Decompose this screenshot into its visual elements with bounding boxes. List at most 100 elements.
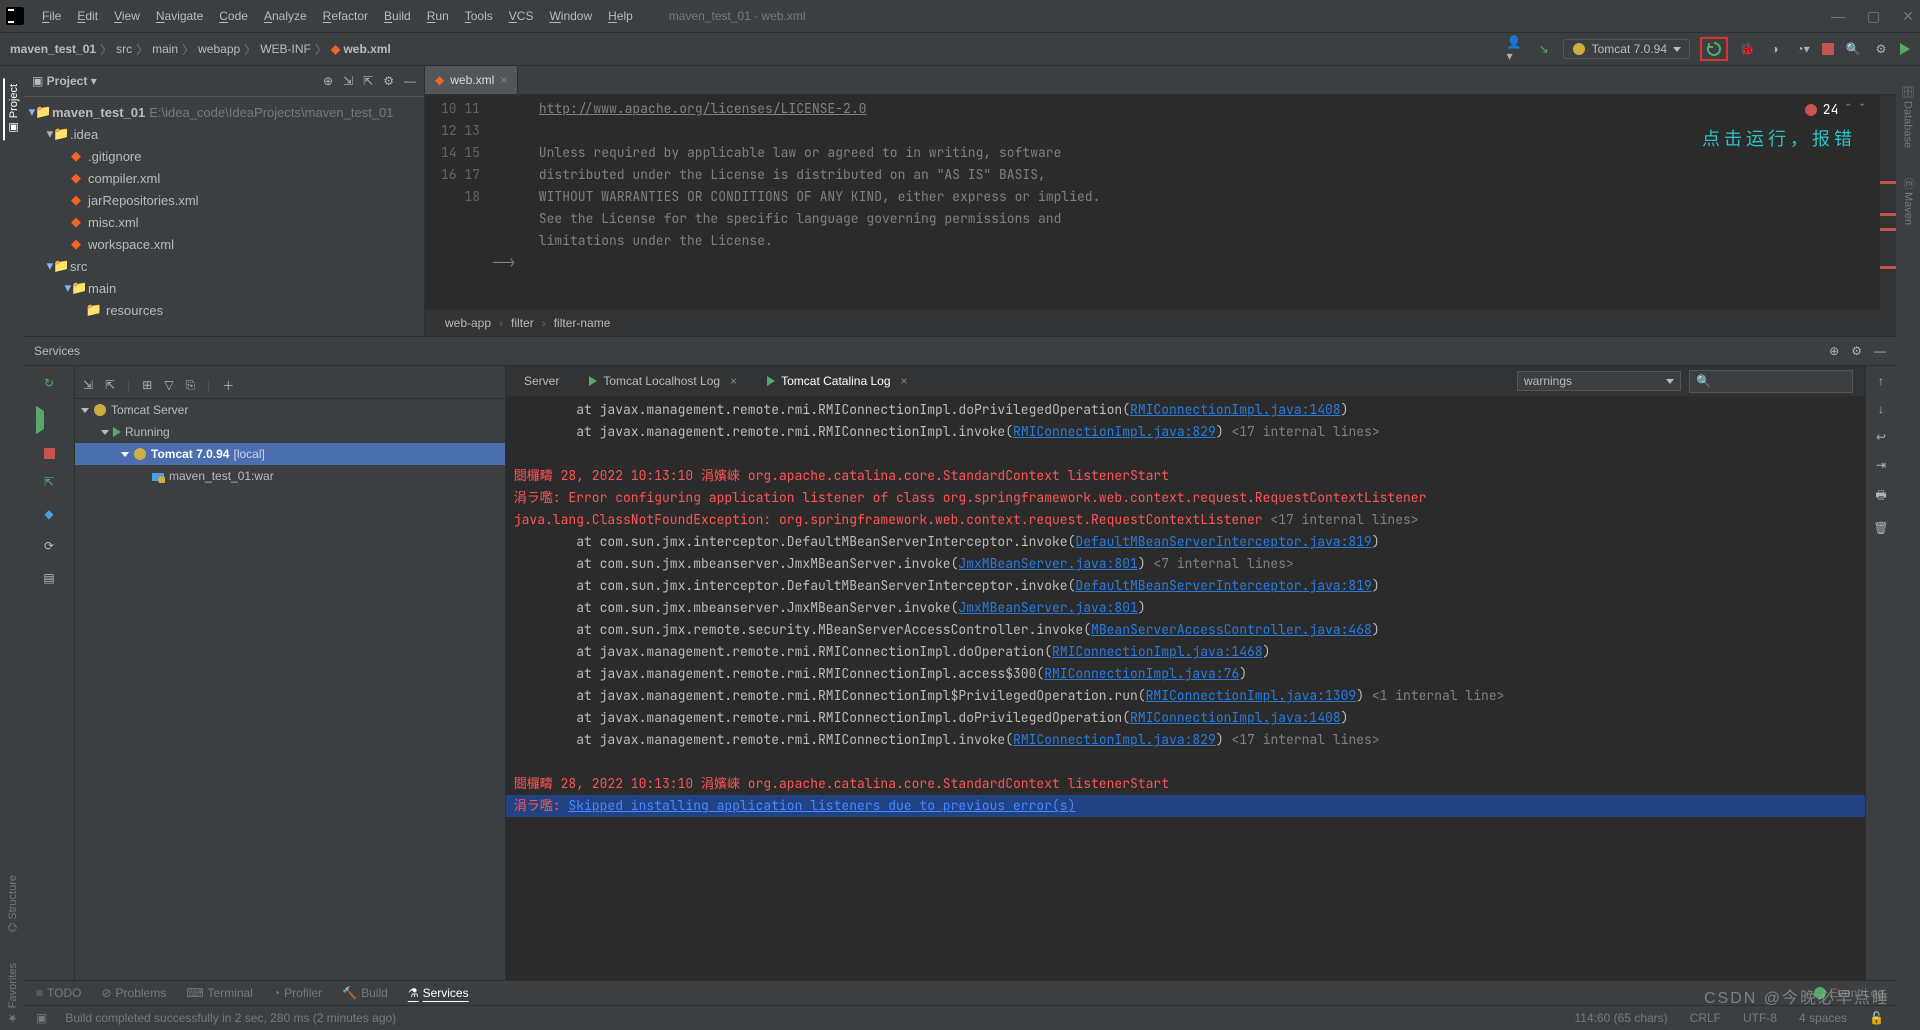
coverage-icon[interactable]: ◑ xyxy=(1766,40,1784,58)
todo-tab[interactable]: ≡ TODO xyxy=(36,986,81,1000)
add-icon[interactable]: ⊕ xyxy=(1829,344,1839,358)
status-icon[interactable]: ▣ xyxy=(36,1011,47,1025)
expand-icon[interactable]: ⇲ xyxy=(343,74,353,88)
layout-icon[interactable]: ▤ xyxy=(40,569,58,587)
structure-tool-tab[interactable]: ⌬ Structure xyxy=(4,869,21,938)
left-tool-stripe[interactable]: ▣ Project ⌬ Structure ★ Favorites xyxy=(0,66,24,1030)
user-icon[interactable]: 👤▾ xyxy=(1507,40,1525,58)
readonly-lock-icon[interactable]: 🔓 xyxy=(1869,1011,1884,1025)
close-icon[interactable]: ✕ xyxy=(1902,8,1914,25)
tree-row-running[interactable]: Running xyxy=(75,421,505,443)
menu-tools[interactable]: Tools xyxy=(459,6,499,26)
editor-body[interactable]: 10 11 12 13 14 15 16 17 18 http://www.ap… xyxy=(425,95,1896,309)
project-tool-tab[interactable]: ▣ Project xyxy=(3,78,22,140)
line-separator[interactable]: CRLF xyxy=(1690,1011,1721,1025)
filter-icon[interactable]: ▽ xyxy=(164,378,173,392)
expand-all-icon[interactable]: ⇲ xyxy=(83,378,93,392)
menu-file[interactable]: File xyxy=(36,6,67,26)
down-icon[interactable]: ↓ xyxy=(1878,402,1884,416)
breadcrumb-item[interactable]: webapp xyxy=(198,42,240,56)
tree-row[interactable]: ▾📁src xyxy=(24,255,424,277)
maximize-icon[interactable]: ▢ xyxy=(1867,8,1880,25)
clear-icon[interactable]: 🗑 xyxy=(1873,521,1888,535)
settings-icon[interactable]: ⚙ xyxy=(1872,40,1890,58)
editor-code[interactable]: http://www.apache.org/licenses/LICENSE-2… xyxy=(492,95,1880,309)
crumb-item[interactable]: web-app xyxy=(445,316,491,330)
chevron-up-icon[interactable]: ˆ xyxy=(1844,101,1852,118)
menu-vcs[interactable]: VCS xyxy=(503,6,540,26)
close-icon[interactable]: × xyxy=(901,374,908,388)
menu-navigate[interactable]: Navigate xyxy=(150,6,209,26)
encoding[interactable]: UTF-8 xyxy=(1743,1011,1777,1025)
project-tree[interactable]: ▾📁maven_test_01 E:\idea_code\IdeaProject… xyxy=(24,97,424,336)
menu-edit[interactable]: Edit xyxy=(71,6,104,26)
tree-row[interactable]: ◆compiler.xml xyxy=(24,167,424,189)
build-tab[interactable]: 🔨 Build xyxy=(342,986,388,1000)
hide-icon[interactable]: — xyxy=(1874,344,1886,358)
menu-run[interactable]: Run xyxy=(421,6,455,26)
terminal-tab[interactable]: ⌨ Terminal xyxy=(186,986,253,1000)
crumb-item[interactable]: filter-name xyxy=(554,316,611,330)
chevron-down-icon[interactable]: ˇ xyxy=(1858,101,1866,118)
up-icon[interactable]: ↑ xyxy=(1878,374,1884,388)
maven-tool-tab[interactable]: ⓜ Maven xyxy=(1898,172,1918,231)
breadcrumb-item[interactable]: ◆ web.xml xyxy=(331,42,391,56)
refresh-icon[interactable]: ⟳ xyxy=(40,537,58,555)
bug-icon[interactable]: 🐞 xyxy=(1738,40,1756,58)
breadcrumb-item[interactable]: WEB-INF xyxy=(260,42,311,56)
collapse-all-icon[interactable]: ⇱ xyxy=(105,378,115,392)
group-icon[interactable]: ⎘ xyxy=(186,378,196,393)
caret-position[interactable]: 114:60 (65 chars) xyxy=(1575,1011,1668,1025)
artifact-icon[interactable]: ◆ xyxy=(40,505,58,523)
breadcrumb-item[interactable]: main xyxy=(152,42,178,56)
tree-row-artifact[interactable]: maven_test_01:war xyxy=(75,465,505,487)
run-configuration-dropdown[interactable]: Tomcat 7.0.94 xyxy=(1563,39,1690,59)
tree-row[interactable]: ◆jarRepositories.xml xyxy=(24,189,424,211)
menu-analyze[interactable]: Analyze xyxy=(258,6,313,26)
tree-row[interactable]: ▾📁.idea xyxy=(24,123,424,145)
view-icon[interactable]: ⊞ xyxy=(142,378,152,392)
close-icon[interactable]: × xyxy=(730,374,737,388)
menu-help[interactable]: Help xyxy=(602,6,639,26)
hide-icon[interactable]: — xyxy=(404,74,416,88)
database-tool-tab[interactable]: 🗄 Database xyxy=(1900,78,1917,154)
tree-row[interactable]: ▾📁main xyxy=(24,277,424,299)
deploy-icon[interactable]: ⇱ xyxy=(40,473,58,491)
settings-icon[interactable]: ⚙ xyxy=(1851,344,1862,358)
close-tab-icon[interactable]: × xyxy=(500,73,507,87)
target-icon[interactable]: ⊕ xyxy=(323,74,333,88)
search-icon[interactable]: 🔍 xyxy=(1844,40,1862,58)
services-tab[interactable]: ⚗ Services xyxy=(408,986,469,1000)
add-service-icon[interactable]: ＋ xyxy=(222,377,234,394)
tree-row-tomcat-server[interactable]: Tomcat Server xyxy=(75,399,505,421)
console-log[interactable]: at javax.management.remote.rmi.RMIConnec… xyxy=(506,397,1865,980)
stop-icon[interactable] xyxy=(44,448,55,459)
editor-breadcrumb[interactable]: web-app› filter› filter-name xyxy=(425,309,1896,336)
tree-row[interactable]: ◆.gitignore xyxy=(24,145,424,167)
minimize-icon[interactable]: — xyxy=(1831,8,1845,25)
services-tree[interactable]: ⇲ ⇱ | ⊞ ▽ ⎘ | ＋ Tomcat Server xyxy=(75,366,506,980)
crumb-item[interactable]: filter xyxy=(511,316,534,330)
right-tool-stripe[interactable]: 🗄 Database ⓜ Maven xyxy=(1896,66,1920,1030)
editor-minimap[interactable] xyxy=(1880,95,1896,309)
scroll-icon[interactable]: ⇥ xyxy=(1876,458,1886,472)
hammer-icon[interactable]: ↘ xyxy=(1535,40,1553,58)
breadcrumb-item[interactable]: maven_test_01 xyxy=(10,42,96,56)
console-tab-localhost[interactable]: Tomcat Localhost Log× xyxy=(583,370,743,392)
breadcrumb-item[interactable]: src xyxy=(116,42,132,56)
run-icon[interactable] xyxy=(36,406,62,434)
rerun-icon[interactable]: ↻ xyxy=(40,374,58,392)
menu-refactor[interactable]: Refactor xyxy=(317,6,374,26)
problems-tab[interactable]: ⊘ Problems xyxy=(101,986,166,1000)
menu-build[interactable]: Build xyxy=(378,6,417,26)
favorites-tool-tab[interactable]: ★ Favorites xyxy=(4,957,21,1030)
tree-row[interactable]: 📁resources xyxy=(24,299,424,321)
stop-button[interactable] xyxy=(1822,43,1834,55)
menu-view[interactable]: View xyxy=(108,6,146,26)
profiler-tab[interactable]: ◔ Profiler xyxy=(273,986,322,1000)
console-tab-server[interactable]: Server xyxy=(518,370,565,392)
tree-row[interactable]: ▾📁maven_test_01 E:\idea_code\IdeaProject… xyxy=(24,101,424,123)
console-tab-catalina[interactable]: Tomcat Catalina Log× xyxy=(761,370,913,392)
error-indicator[interactable]: 24 ˆ ˇ xyxy=(1805,101,1866,118)
tree-row-server-instance[interactable]: Tomcat 7.0.94 [local] xyxy=(75,443,505,465)
